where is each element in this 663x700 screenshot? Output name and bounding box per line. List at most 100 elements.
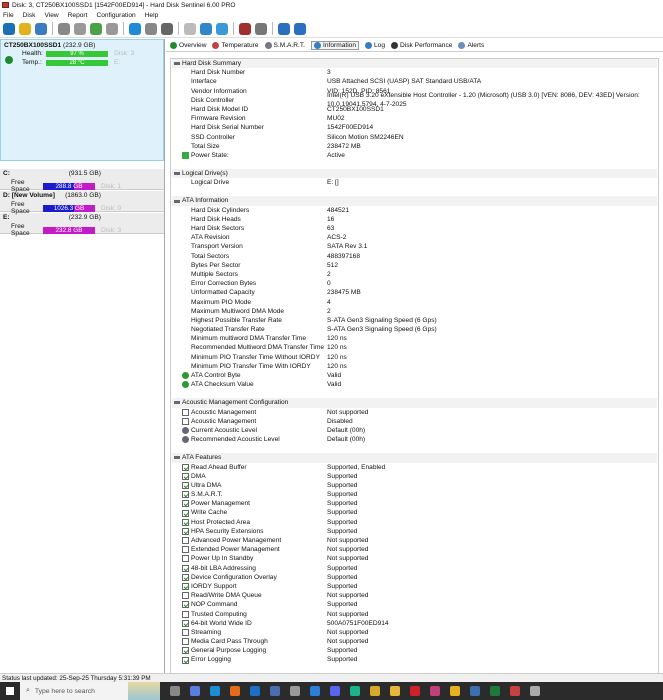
taskbar-store-icon[interactable] <box>370 686 380 696</box>
checkbox-empty-icon[interactable] <box>182 546 189 554</box>
information-panel[interactable]: Hard Disk Summary Hard Disk Number 3 Interf… <box>170 58 659 673</box>
refresh-icon[interactable] <box>3 22 15 35</box>
row-value: Valid <box>327 381 342 389</box>
checkbox-empty-icon[interactable] <box>182 638 189 646</box>
disk-test-icon[interactable] <box>74 22 86 35</box>
section-header[interactable]: Logical Drive(s) <box>172 169 657 179</box>
info-row: Interface USB Attached SCSI (UASP) SAT St… <box>172 77 657 86</box>
tab-overview[interactable]: Overview <box>170 41 207 49</box>
checkbox-empty-icon[interactable] <box>182 555 189 563</box>
section-header[interactable]: ATA Information <box>172 196 657 206</box>
row-label: DMA <box>191 472 206 480</box>
checkbox-checked-icon[interactable] <box>182 527 189 535</box>
section-header[interactable]: ATA Features <box>172 453 657 463</box>
taskbar-task-view-icon[interactable] <box>170 686 180 696</box>
checkbox-checked-icon[interactable] <box>182 518 189 526</box>
taskbar-app-photo-icon[interactable] <box>310 686 320 696</box>
chart-icon[interactable] <box>239 22 251 35</box>
drive-item[interactable]: C: (931.5 GB) Free Space 288.8 GB Disk: 1 <box>0 169 164 193</box>
taskbar-hard-disk-sentinel-icon[interactable] <box>510 686 520 696</box>
menu-view[interactable]: View <box>44 12 58 19</box>
drive-item[interactable]: D: [New Volume] (1863.0 GB) Free Space 1026… <box>0 191 164 215</box>
taskbar-discord-icon[interactable] <box>330 686 340 696</box>
taskbar-outlook-icon[interactable] <box>250 686 260 696</box>
print-icon[interactable] <box>161 22 173 35</box>
tab-temperature[interactable]: Temperature <box>212 41 259 49</box>
checkbox-checked-icon[interactable] <box>182 481 189 489</box>
taskbar-app-green-icon[interactable] <box>350 686 360 696</box>
help-icon[interactable] <box>278 22 290 35</box>
row-value: Not supported <box>327 638 369 646</box>
tab-label: Overview <box>179 41 207 49</box>
disk-icon[interactable] <box>58 22 70 35</box>
menu-report[interactable]: Report <box>68 12 88 19</box>
taskbar-copilot-icon[interactable] <box>190 686 200 696</box>
checkbox-checked-icon[interactable] <box>182 601 189 609</box>
checkbox-checked-icon[interactable] <box>182 472 189 480</box>
checkbox-checked-icon[interactable] <box>182 491 189 499</box>
start-button[interactable] <box>0 687 20 695</box>
report-icon[interactable] <box>35 22 47 35</box>
info-icon[interactable] <box>294 22 306 35</box>
taskbar-app-misc-icon[interactable] <box>530 686 540 696</box>
taskbar-app-paint-icon[interactable] <box>430 686 440 696</box>
checkbox-checked-icon[interactable] <box>182 573 189 581</box>
checkbox-checked-icon[interactable] <box>182 583 189 591</box>
checkbox-empty-icon[interactable] <box>182 417 189 425</box>
checkbox-checked-icon[interactable] <box>182 647 189 655</box>
tab-label: Temperature <box>221 41 259 49</box>
menu-configuration[interactable]: Configuration <box>96 12 135 19</box>
checkbox-empty-icon[interactable] <box>182 408 189 416</box>
section-header[interactable]: Hard Disk Summary <box>172 59 657 69</box>
taskbar-search[interactable]: ⌕ Type here to search <box>20 682 128 700</box>
row-label: Power Up In Standby <box>191 555 254 563</box>
disk-card[interactable]: CT250BX100SSD1 (232.9 GB) Health: 97 % Dis… <box>0 39 164 161</box>
tab-alerts[interactable]: Alerts <box>458 41 484 49</box>
network-icon[interactable] <box>216 22 228 35</box>
taskbar-app-blue-icon[interactable] <box>270 686 280 696</box>
tab-log[interactable]: Log <box>365 41 385 49</box>
menu-disk[interactable]: Disk <box>23 12 36 19</box>
satellite-icon[interactable] <box>145 22 157 35</box>
tab-disk-performance[interactable]: Disk Performance <box>391 41 452 49</box>
info-row: Host Protected Area Supported <box>172 518 657 527</box>
checkbox-empty-icon[interactable] <box>182 610 189 618</box>
menu-help[interactable]: Help <box>145 12 159 19</box>
checkbox-checked-icon[interactable] <box>182 509 189 517</box>
speaker-icon <box>174 401 180 405</box>
taskbar-chrome-icon[interactable] <box>450 686 460 696</box>
document-icon[interactable] <box>184 22 196 35</box>
checkbox-empty-icon[interactable] <box>182 628 189 636</box>
temp-label: Temp.: <box>22 59 42 66</box>
drive-item[interactable]: E: (232.9 GB) Free Space 232.8 GB Disk: 3 <box>0 213 164 237</box>
disk-check-icon[interactable] <box>90 22 102 35</box>
info-row: Read/Write DMA Queue Not supported <box>172 591 657 600</box>
taskbar-excel-icon[interactable] <box>490 686 500 696</box>
alert-icon[interactable] <box>19 22 31 35</box>
row-label: Hard Disk Cylinders <box>191 206 250 214</box>
health-row: Health: 97 % Disk: 3 <box>22 49 160 58</box>
taskbar-firefox-icon[interactable] <box>230 686 240 696</box>
checkbox-checked-icon[interactable] <box>182 564 189 572</box>
alerts-icon <box>458 41 466 49</box>
tab-information[interactable]: Information <box>311 40 360 50</box>
tab-s-m-a-r-t[interactable]: S.M.A.R.T. <box>264 41 305 49</box>
checkbox-checked-icon[interactable] <box>182 500 189 508</box>
section-header[interactable]: Acoustic Management Configuration <box>172 398 657 408</box>
settings-icon[interactable] <box>255 22 267 35</box>
disk-tool-icon[interactable] <box>106 22 118 35</box>
checkbox-checked-icon[interactable] <box>182 656 189 664</box>
taskbar-file-explorer-icon[interactable] <box>390 686 400 696</box>
sync-icon[interactable] <box>200 22 212 35</box>
checkbox-checked-icon[interactable] <box>182 619 189 627</box>
checkbox-empty-icon[interactable] <box>182 592 189 600</box>
taskbar-opera-icon[interactable] <box>410 686 420 696</box>
taskbar-app-tool-icon[interactable] <box>290 686 300 696</box>
taskbar-edge-icon[interactable] <box>210 686 220 696</box>
menu-file[interactable]: File <box>3 12 14 19</box>
checkbox-checked-icon[interactable] <box>182 463 189 471</box>
checkbox-empty-icon[interactable] <box>182 537 189 545</box>
taskbar-app-python-icon[interactable] <box>470 686 480 696</box>
row-value: Supported <box>327 518 358 526</box>
globe-icon[interactable] <box>129 22 141 35</box>
